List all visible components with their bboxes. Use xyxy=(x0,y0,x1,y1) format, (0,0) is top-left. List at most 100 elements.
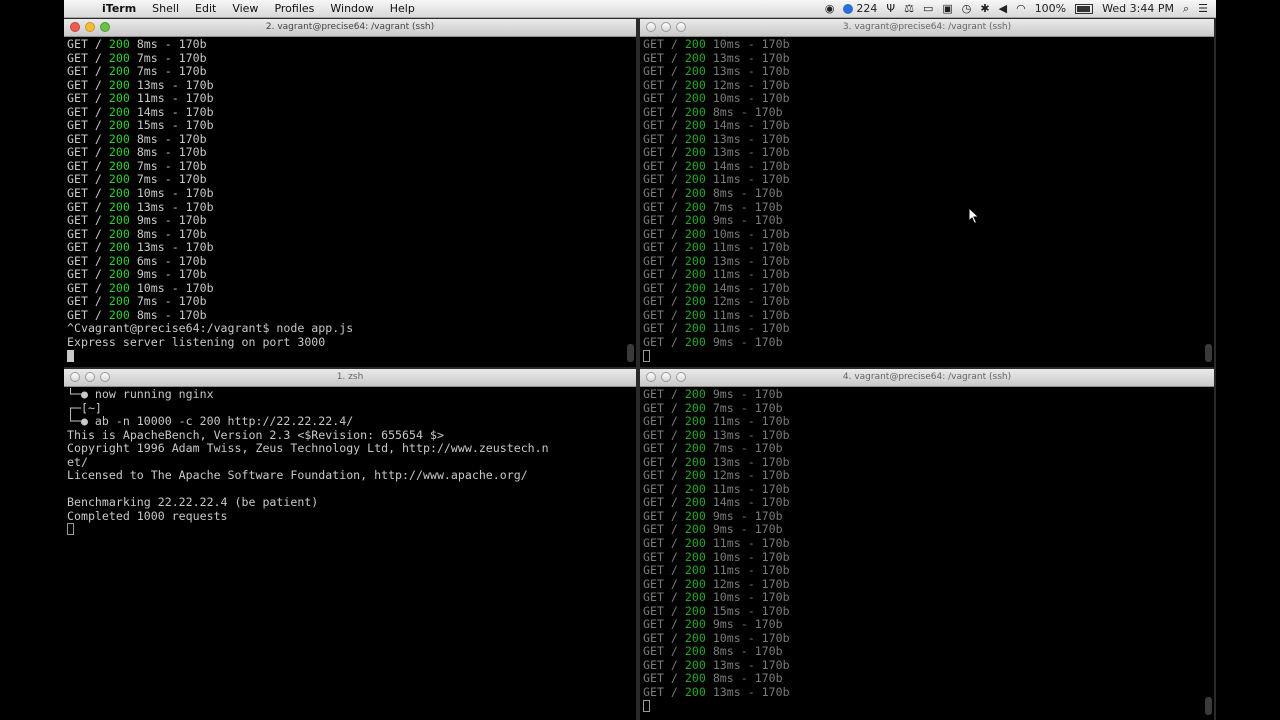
window-icon[interactable]: ▣ xyxy=(942,2,952,15)
battery-percent[interactable]: 100% xyxy=(1035,2,1066,15)
clock[interactable]: Wed 3:44 PM xyxy=(1102,2,1174,15)
terminal-window-1[interactable]: 1. zsh └─● now running nginx ┌─[~] └─● ab … xyxy=(64,369,636,720)
prompt-line xyxy=(67,349,622,364)
terminal-line: GET / 200 11ms - 170b xyxy=(643,240,1200,255)
terminal-line: GET / 200 13ms - 170b xyxy=(67,240,622,255)
terminal-line: GET / 200 13ms - 170b xyxy=(643,51,1200,66)
notification-badge[interactable]: 224 xyxy=(843,2,877,15)
terminal-line: GET / 200 8ms - 170b xyxy=(643,186,1200,201)
line-text: GET / xyxy=(67,158,109,173)
line-text: GET / xyxy=(643,657,685,672)
line-text: GET / xyxy=(643,118,685,133)
close-button[interactable] xyxy=(646,22,656,32)
line-text: 12ms - 170b xyxy=(705,77,790,92)
line-text: GET / xyxy=(67,145,109,160)
terminal-window-3[interactable]: 3. vagrant@precise64: /vagrant (ssh) GET… xyxy=(640,19,1214,367)
terminal-line: GET / 200 10ms - 170b xyxy=(643,631,1200,646)
minimize-button[interactable] xyxy=(85,372,95,382)
record-icon[interactable]: ◉ xyxy=(825,2,835,15)
window-titlebar[interactable]: 1. zsh xyxy=(64,369,636,387)
terminal-output[interactable]: GET / 200 9ms - 170b GET / 200 7ms - 170b… xyxy=(643,388,1200,720)
http-status: 200 xyxy=(684,294,706,309)
http-status: 200 xyxy=(684,522,706,537)
terminal-line: GET / 200 12ms - 170b xyxy=(643,577,1200,592)
minimize-button[interactable] xyxy=(85,22,95,32)
terminal-line: Copyright 1996 Adam Twiss, Zeus Technolo… xyxy=(67,441,622,456)
zoom-button[interactable] xyxy=(100,22,110,32)
close-button[interactable] xyxy=(70,372,80,382)
window-titlebar[interactable]: 2. vagrant@precise64: /vagrant (ssh) xyxy=(64,19,636,37)
notification-center-icon[interactable]: ☰ xyxy=(1198,2,1208,15)
volume-icon[interactable]: ◀ xyxy=(999,2,1007,15)
spotlight-search-icon[interactable]: ⌕ xyxy=(1183,2,1189,16)
terminal-line: GET / 200 13ms - 170b xyxy=(643,657,1200,673)
window-titlebar[interactable]: 3. vagrant@precise64: /vagrant (ssh) xyxy=(640,19,1214,37)
line-text: 13ms - 170b xyxy=(705,685,790,700)
minimize-button[interactable] xyxy=(661,22,671,32)
line-text: 13ms - 170b xyxy=(705,454,790,469)
menu-window[interactable]: Window xyxy=(322,0,381,18)
line-text: GET / xyxy=(643,335,685,350)
terminal-window-2[interactable]: 2. vagrant@precise64: /vagrant (ssh) GET… xyxy=(64,19,636,367)
scrollbar[interactable] xyxy=(1205,697,1212,715)
menu-view[interactable]: View xyxy=(224,0,266,18)
line-text: Benchmarking 22.22.22.4 (be patient) xyxy=(67,495,319,510)
line-text: 13ms - 170b xyxy=(705,131,790,146)
terminal-line: GET / 200 8ms - 170b xyxy=(643,645,1200,659)
terminal-line: GET / 200 10ms - 170b xyxy=(643,550,1200,565)
zoom-button[interactable] xyxy=(676,372,686,382)
menu-shell[interactable]: Shell xyxy=(144,0,187,18)
http-status: 200 xyxy=(108,213,130,228)
http-status: 200 xyxy=(684,104,706,119)
terminal-output[interactable]: GET / 200 8ms - 170b GET / 200 7ms - 170b… xyxy=(67,38,622,367)
http-status: 200 xyxy=(108,186,130,201)
line-text: 11ms - 170b xyxy=(705,267,790,282)
window-titlebar[interactable]: 4. vagrant@precise64: /vagrant (ssh) xyxy=(640,369,1214,387)
close-button[interactable] xyxy=(70,22,80,32)
terminal-line: GET / 200 10ms - 170b xyxy=(643,91,1200,106)
line-text: GET / xyxy=(643,685,685,700)
zoom-button[interactable] xyxy=(676,22,686,32)
line-text: 9ms - 170b xyxy=(129,213,207,228)
menu-profiles[interactable]: Profiles xyxy=(266,0,322,18)
line-text: 14ms - 170b xyxy=(705,158,790,173)
line-text: GET / xyxy=(67,240,109,255)
line-text: 8ms - 170b xyxy=(705,671,783,686)
menu-help[interactable]: Help xyxy=(382,0,423,18)
line-text: GET / xyxy=(67,38,109,51)
battery-icon[interactable] xyxy=(1075,3,1094,14)
line-text: GET / xyxy=(643,321,685,336)
terminal-line: GET / 200 14ms - 170b xyxy=(67,105,622,120)
close-button[interactable] xyxy=(646,372,656,382)
terminal-line: GET / 200 13ms - 170b xyxy=(643,428,1200,443)
terminal-line: GET / 200 11ms - 170b xyxy=(67,91,622,106)
scale-icon[interactable]: ⚖ xyxy=(904,2,914,15)
terminal-line: GET / 200 14ms - 170b xyxy=(643,496,1200,510)
minimize-button[interactable] xyxy=(661,372,671,382)
line-text: 7ms - 170b xyxy=(705,199,783,214)
http-status: 200 xyxy=(108,199,130,214)
line-text: GET / xyxy=(643,240,685,255)
scrollbar[interactable] xyxy=(627,344,634,362)
scrollbar[interactable] xyxy=(1205,344,1212,362)
line-text: 9ms - 170b xyxy=(705,335,783,350)
fork-icon[interactable]: Ψ xyxy=(886,2,895,15)
text-cursor xyxy=(67,349,74,362)
terminal-line: Licensed to The Apache Software Foundati… xyxy=(67,469,622,483)
bluetooth-icon[interactable]: ✱ xyxy=(980,2,989,15)
terminal-window-4[interactable]: 4. vagrant@precise64: /vagrant (ssh) GET… xyxy=(640,369,1214,720)
terminal-line: GET / 200 9ms - 170b xyxy=(67,213,622,228)
terminal-output[interactable]: └─● now running nginx ┌─[~] └─● ab -n 1000… xyxy=(67,388,622,720)
terminal-output[interactable]: GET / 200 10ms - 170b GET / 200 13ms - 17… xyxy=(643,38,1200,367)
zoom-button[interactable] xyxy=(100,372,110,382)
wifi-icon[interactable]: ◠ xyxy=(1016,2,1026,15)
time-machine-icon[interactable]: ◷ xyxy=(962,2,972,15)
text-cursor xyxy=(643,699,650,712)
menu-app-name[interactable]: iTerm xyxy=(94,0,144,18)
display-icon[interactable]: ▭ xyxy=(923,2,933,15)
line-text: 7ms - 170b xyxy=(705,441,783,456)
terminal-line: GET / 200 7ms - 170b xyxy=(67,295,622,309)
menu-edit[interactable]: Edit xyxy=(187,0,224,18)
terminal-line: GET / 200 11ms - 170b xyxy=(643,482,1200,497)
line-text: GET / xyxy=(643,104,685,119)
